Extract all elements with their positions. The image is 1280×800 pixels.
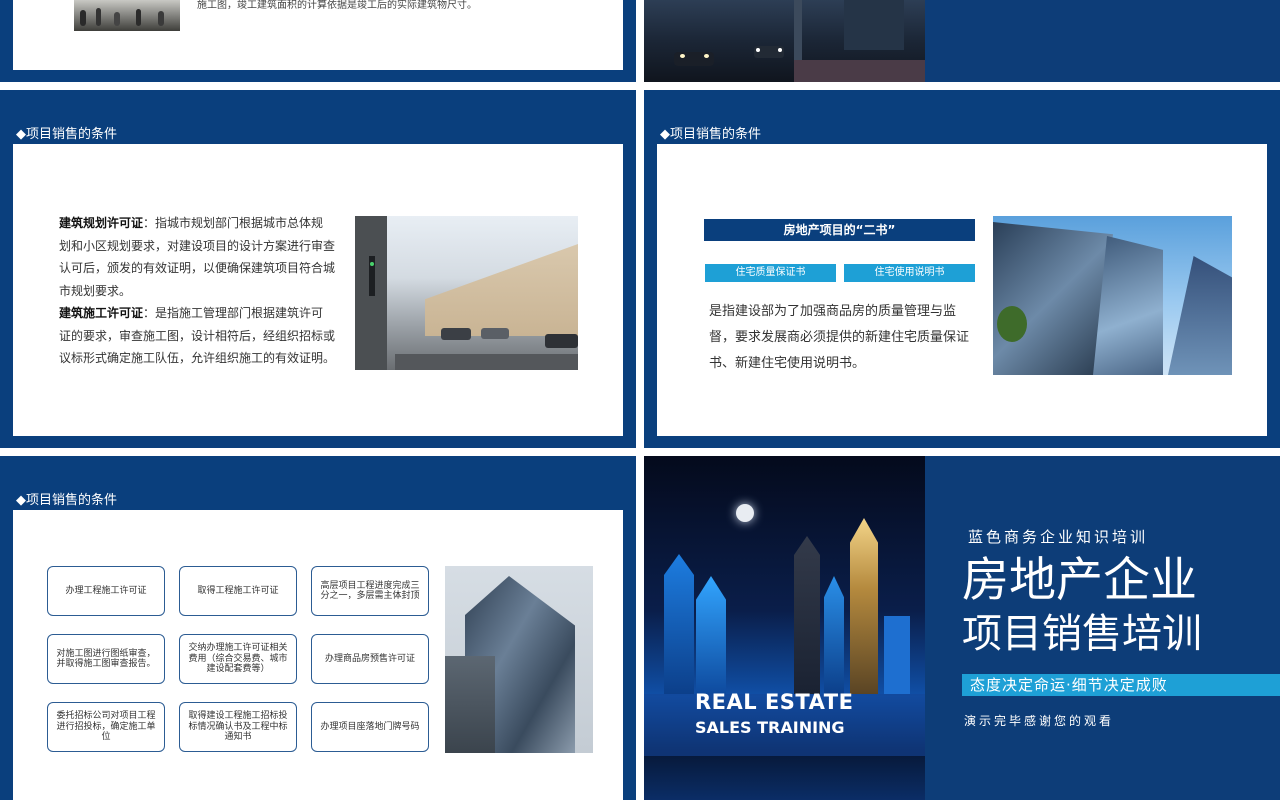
night-skyline-photo: REAL ESTATE SALES TRAINING (644, 456, 925, 800)
slide-bottom-right[interactable]: REAL ESTATE SALES TRAINING 蓝色商务企业知识培训 房地… (644, 456, 1280, 800)
tag-usage-manual: 住宅使用说明书 (844, 264, 975, 282)
slide-content-area: 房地产项目的“二书” 住宅质量保证书 住宅使用说明书 是指建设部为了加强商品房的… (657, 144, 1267, 436)
permit-description: 建筑规划许可证：指城市规划部门根据城市总体规划和小区规划要求，对建设项目的设计方… (59, 212, 335, 370)
slide-mid-left[interactable]: ◆项目销售的条件 建筑规划许可证：指城市规划部门根据城市总体规划和小区规划要求，… (0, 90, 636, 448)
flow-step-box: 对施工图进行图纸审查，并取得施工图审查报告。 (47, 634, 165, 684)
main-title-line1: 房地产企业 (962, 553, 1197, 608)
flow-step-box: 取得工程施工许可证 (179, 566, 297, 616)
training-subtitle: 蓝色商务企业知识培训 (968, 528, 1149, 546)
moon-icon (736, 504, 754, 522)
flow-step-box: 办理项目座落地门牌号码 (311, 702, 429, 752)
tag-quality-guarantee: 住宅质量保证书 (705, 264, 836, 282)
slide-content-area: 施工图，竣工建筑面积的计算依据是竣工后的实际建筑物尺寸。 (13, 0, 623, 70)
flow-step-box: 办理工程施工许可证 (47, 566, 165, 616)
english-title-line1: REAL ESTATE (695, 690, 854, 714)
slide-top-left[interactable]: 施工图，竣工建筑面积的计算依据是竣工后的实际建筑物尺寸。 (0, 0, 636, 82)
two-books-banner: 房地产项目的“二书” (704, 219, 975, 241)
night-street-photo (644, 0, 925, 82)
section-title: ◆项目销售的条件 (16, 127, 117, 142)
section-title: ◆项目销售的条件 (660, 127, 761, 142)
flow-step-box: 交纳办理施工许可证相关费用（综合交易费、城市建设配套费等） (179, 634, 297, 684)
thanks-text: 演示完毕感谢您的观看 (964, 714, 1115, 728)
para1-label: 建筑规划许可证 (59, 216, 144, 230)
two-books-description: 是指建设部为了加强商品房的质量管理与监督，要求发展商必须提供的新建住宅质量保证书… (709, 304, 970, 371)
flow-step-box: 办理商品房预售许可证 (311, 634, 429, 684)
section-title: ◆项目销售的条件 (16, 493, 117, 508)
slide-mid-right[interactable]: ◆项目销售的条件 房地产项目的“二书” 住宅质量保证书 住宅使用说明书 是指建设… (644, 90, 1280, 448)
slide-content-area: 建筑规划许可证：指城市规划部门根据城市总体规划和小区规划要求，对建设项目的设计方… (13, 144, 623, 436)
para2-label: 建筑施工许可证 (59, 306, 144, 320)
main-title-line2: 项目销售培训 (962, 611, 1202, 657)
street-building-photo (355, 216, 578, 370)
english-title-line2: SALES TRAINING (695, 718, 845, 737)
glass-building-photo (445, 566, 593, 753)
flow-step-box: 高层项目工程进度完成三分之一，多层需主体封顶 (311, 566, 429, 616)
crowd-photo (74, 0, 180, 31)
slogan-bar: 态度决定命运·细节决定成败 (962, 674, 1280, 696)
skyscraper-photo (993, 216, 1232, 375)
flow-step-box: 取得建设工程施工招标投标情况确认书及工程中标通知书 (179, 702, 297, 752)
top-left-text: 施工图，竣工建筑面积的计算依据是竣工后的实际建筑物尺寸。 (197, 0, 477, 11)
slide-bottom-left[interactable]: ◆项目销售的条件 办理工程施工许可证 取得工程施工许可证 高层项目工程进度完成三… (0, 456, 636, 800)
flow-step-box: 委托招标公司对项目工程进行招投标，确定施工单位 (47, 702, 165, 752)
slide-content-area: 办理工程施工许可证 取得工程施工许可证 高层项目工程进度完成三分之一，多层需主体… (13, 510, 623, 800)
slide-top-right[interactable] (644, 0, 1280, 82)
